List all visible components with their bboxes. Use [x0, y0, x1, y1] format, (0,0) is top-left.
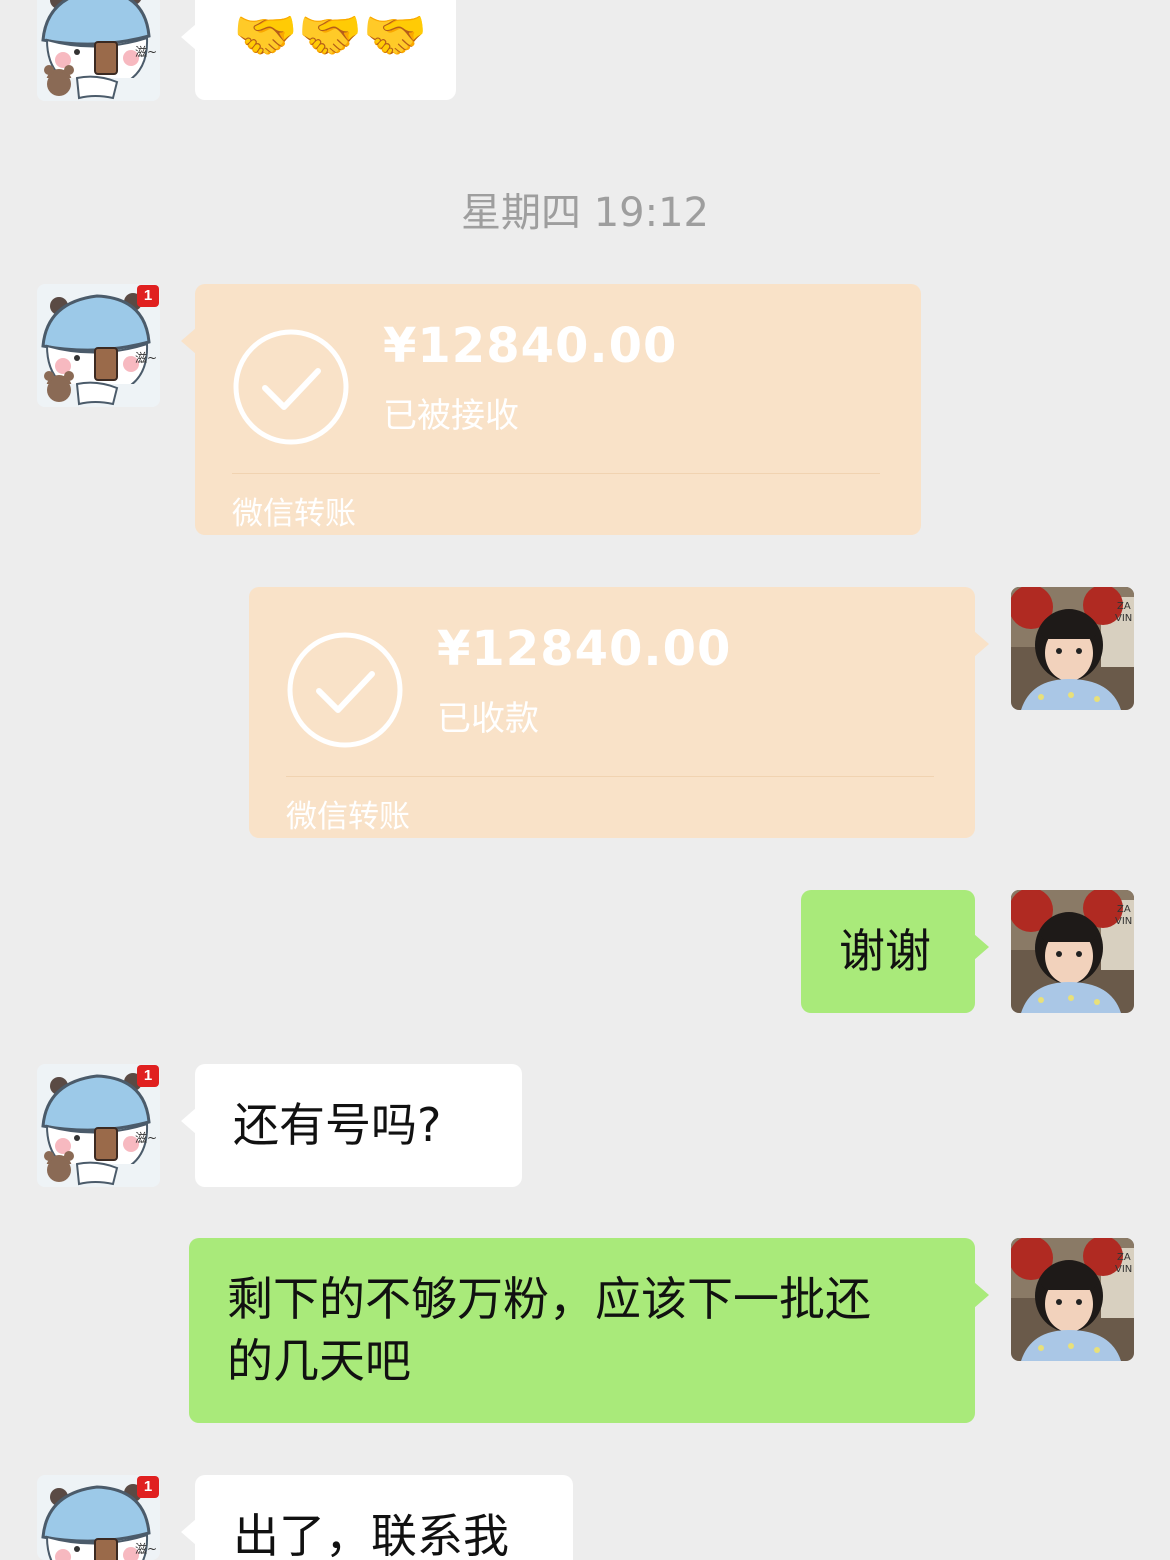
self-avatar[interactable]: [1011, 890, 1134, 1013]
unread-badge: 1: [137, 1476, 159, 1498]
transfer-amount: ¥12840.00: [437, 621, 732, 677]
transfer-footer: 微信转账: [286, 799, 410, 835]
outgoing-message-bubble[interactable]: 剩下的不够万粉，应该下一批还 的几天吧: [189, 1238, 989, 1423]
message-text: 还有号吗?: [233, 1098, 442, 1152]
incoming-message-bubble[interactable]: 还有号吗?: [181, 1064, 522, 1187]
timestamp: 星期四 19:12: [461, 190, 709, 236]
handshake-emoji: 🤝🤝🤝: [233, 6, 428, 66]
self-avatar[interactable]: [1011, 1238, 1134, 1361]
transfer-card-received[interactable]: ¥12840.00 已被接收 微信转账: [181, 284, 921, 535]
transfer-divider: [286, 776, 934, 777]
message-text-line2: 的几天吧: [227, 1334, 411, 1388]
transfer-amount: ¥12840.00: [383, 318, 678, 374]
contact-avatar[interactable]: [37, 0, 160, 101]
unread-badge: 1: [137, 1065, 159, 1087]
transfer-status: 已收款: [437, 699, 539, 739]
incoming-emoji-bubble[interactable]: 🤝🤝🤝: [181, 0, 456, 100]
message-text: 谢谢: [839, 924, 931, 978]
message-text-line1: 剩下的不够万粉，应该下一批还: [227, 1272, 871, 1326]
check-circle-icon: [287, 632, 403, 748]
transfer-card-collected[interactable]: ¥12840.00 已收款 微信转账: [249, 587, 989, 838]
transfer-divider: [232, 473, 880, 474]
incoming-message-bubble[interactable]: 出了，联系我: [181, 1475, 573, 1560]
transfer-status: 已被接收: [383, 396, 519, 436]
outgoing-message-bubble[interactable]: 谢谢: [801, 890, 989, 1013]
message-text: 出了，联系我: [233, 1509, 509, 1560]
transfer-footer: 微信转账: [232, 496, 356, 532]
self-avatar[interactable]: [1011, 587, 1134, 710]
check-circle-icon: [233, 329, 349, 445]
unread-badge: 1: [137, 285, 159, 307]
